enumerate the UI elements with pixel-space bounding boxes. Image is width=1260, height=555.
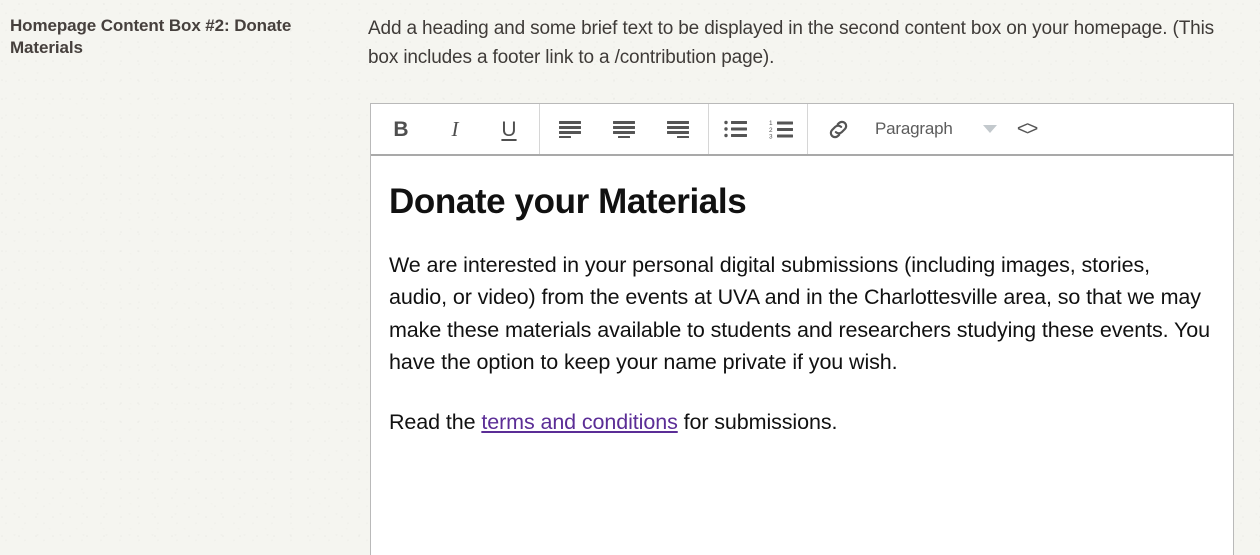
align-left-icon: [558, 120, 582, 138]
paragraph-2-lead-text: Read the: [389, 410, 482, 435]
content-heading: Donate your Materials: [389, 182, 747, 221]
bold-button[interactable]: B: [374, 104, 428, 154]
toolbar-group-lists: 1 2 3: [709, 104, 808, 154]
align-right-button[interactable]: [651, 104, 705, 154]
svg-text:3: 3: [769, 133, 773, 139]
field-label: Homepage Content Box #2: Donate Material…: [10, 16, 292, 57]
italic-button[interactable]: I: [428, 104, 482, 154]
link-icon: [826, 117, 851, 142]
code-icon: <>: [1016, 117, 1038, 140]
underline-button[interactable]: U: [482, 104, 536, 154]
format-select[interactable]: Paragraph: [865, 104, 1001, 154]
content-paragraph-1: We are interested in your personal digit…: [389, 253, 1210, 374]
link-button[interactable]: [811, 104, 865, 154]
content-paragraph-2: Read the terms and conditions for submis…: [389, 406, 1213, 438]
rich-text-editor: B I U 1 2 3 Paragraph <> Donate your Mat…: [370, 103, 1234, 555]
field-row-homepage-content-box-2: Homepage Content Box #2: Donate Material…: [0, 0, 1260, 555]
source-code-button[interactable]: <>: [1001, 104, 1053, 154]
chevron-down-icon: [982, 125, 997, 133]
bold-icon: B: [393, 117, 409, 141]
terms-and-conditions-link[interactable]: terms and conditions: [481, 410, 677, 434]
toolbar-group-insert: Paragraph <>: [808, 104, 1056, 154]
underline-icon: U: [501, 117, 517, 141]
numbered-list-button[interactable]: 1 2 3: [758, 104, 804, 154]
field-description: Add a heading and some brief text to be …: [368, 18, 1214, 68]
format-select-value: Paragraph: [875, 119, 953, 138]
align-center-button[interactable]: [597, 104, 651, 154]
field-main-column: Add a heading and some brief text to be …: [368, 0, 1248, 73]
toolbar-group-text-style: B I U: [371, 104, 540, 154]
bulleted-list-button[interactable]: [712, 104, 758, 154]
align-left-button[interactable]: [543, 104, 597, 154]
editor-toolbar: B I U 1 2 3 Paragraph <>: [371, 104, 1233, 156]
align-center-icon: [612, 120, 636, 138]
italic-icon: I: [451, 116, 459, 141]
editor-content-area[interactable]: Donate your Materials We are interested …: [371, 156, 1233, 554]
toolbar-group-alignment: [540, 104, 709, 154]
bulleted-list-icon: [723, 120, 747, 138]
paragraph-2-trailing-text: for submissions.: [677, 410, 838, 435]
align-right-icon: [666, 120, 690, 138]
numbered-list-icon: 1 2 3: [769, 120, 794, 139]
